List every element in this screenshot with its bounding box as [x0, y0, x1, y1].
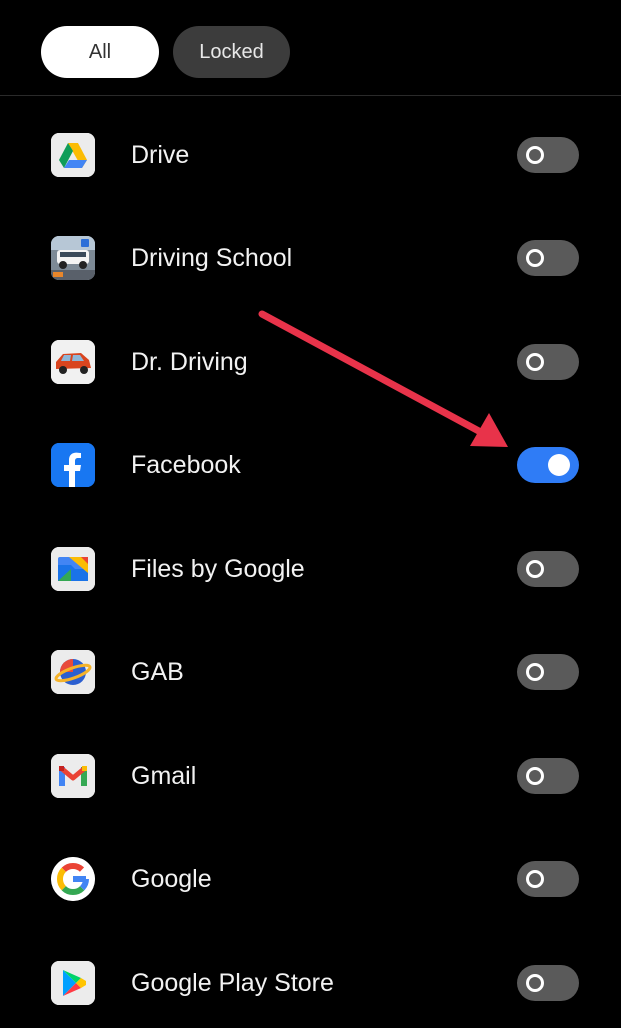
app-list: Drive Driving School Dr. Driving Faceboo… — [0, 0, 621, 1024]
lock-toggle-facebook[interactable] — [517, 447, 579, 483]
gmail-icon — [51, 754, 95, 798]
toggle-knob — [526, 767, 544, 785]
lock-toggle-dr-driving[interactable] — [517, 344, 579, 380]
app-name: GAB — [131, 658, 184, 686]
toggle-knob — [526, 560, 544, 578]
app-row-gmail: Gmail — [0, 731, 621, 821]
app-row-google: Google — [0, 834, 621, 924]
lock-toggle-google-play-store[interactable] — [517, 965, 579, 1001]
lock-toggle-google[interactable] — [517, 861, 579, 897]
lock-toggle-gmail[interactable] — [517, 758, 579, 794]
app-row-dr-driving: Dr. Driving — [0, 317, 621, 407]
app-name: Facebook — [131, 451, 241, 479]
toggle-knob — [526, 663, 544, 681]
lock-toggle-drive[interactable] — [517, 137, 579, 173]
driving-school-icon — [51, 236, 95, 280]
lock-toggle-driving-school[interactable] — [517, 240, 579, 276]
google-icon — [51, 857, 95, 901]
app-name: Drive — [131, 141, 190, 169]
toggle-knob — [548, 454, 570, 476]
toggle-knob — [526, 974, 544, 992]
toggle-knob — [526, 249, 544, 267]
app-row-facebook: Facebook — [0, 420, 621, 510]
google-drive-icon — [51, 133, 95, 177]
app-name: Gmail — [131, 762, 197, 790]
app-row-files-by-google: Files by Google — [0, 524, 621, 614]
toggle-knob — [526, 146, 544, 164]
google-play-store-icon — [51, 961, 95, 1005]
app-name: Google Play Store — [131, 969, 334, 997]
app-row-drive: Drive — [0, 110, 621, 200]
toggle-knob — [526, 870, 544, 888]
app-row-gab: GAB — [0, 627, 621, 717]
app-name: Google — [131, 865, 212, 893]
app-row-driving-school: Driving School — [0, 213, 621, 303]
app-name: Dr. Driving — [131, 348, 248, 376]
facebook-icon — [51, 443, 95, 487]
toggle-knob — [526, 353, 544, 371]
lock-toggle-gab[interactable] — [517, 654, 579, 690]
app-name: Driving School — [131, 244, 293, 272]
app-row-google-play-store: Google Play Store — [0, 938, 621, 1028]
files-by-google-icon — [51, 547, 95, 591]
lock-toggle-files-by-google[interactable] — [517, 551, 579, 587]
app-name: Files by Google — [131, 555, 305, 583]
gab-icon — [51, 650, 95, 694]
dr-driving-icon — [51, 340, 95, 384]
